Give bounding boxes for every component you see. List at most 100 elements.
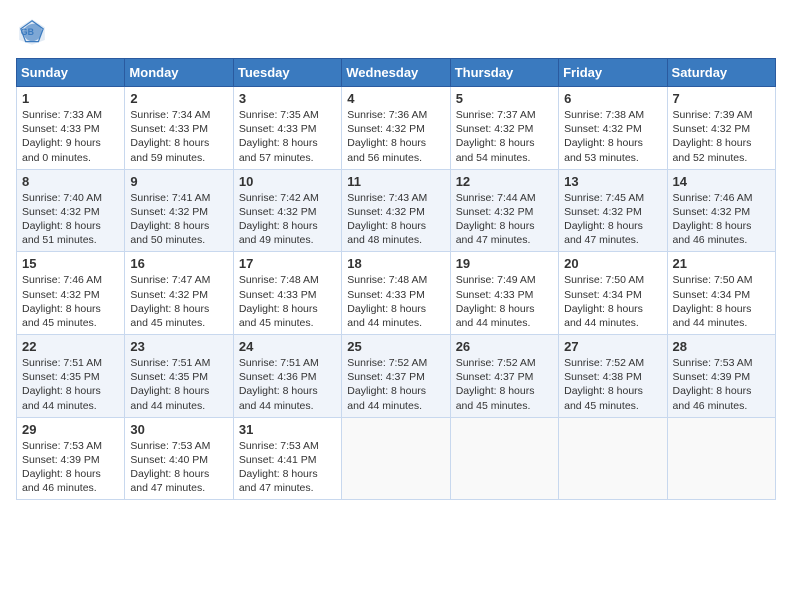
- day-number: 11: [347, 174, 444, 189]
- day-number: 10: [239, 174, 336, 189]
- cell-daylight: Daylight: 8 hours and 57 minutes.: [239, 137, 318, 163]
- svg-text:GB: GB: [21, 27, 34, 37]
- col-monday: Monday: [125, 59, 233, 87]
- cell-sunset: Sunset: 4:35 PM: [130, 371, 208, 383]
- calendar-cell: [342, 417, 450, 500]
- calendar-cell: 3 Sunrise: 7:35 AM Sunset: 4:33 PM Dayli…: [233, 87, 341, 170]
- cell-daylight: Daylight: 8 hours and 46 minutes.: [673, 220, 752, 246]
- day-number: 20: [564, 256, 661, 271]
- cell-daylight: Daylight: 8 hours and 59 minutes.: [130, 137, 209, 163]
- cell-daylight: Daylight: 8 hours and 45 minutes.: [564, 385, 643, 411]
- day-number: 18: [347, 256, 444, 271]
- cell-sunrise: Sunrise: 7:50 AM: [564, 274, 644, 286]
- day-number: 14: [673, 174, 770, 189]
- cell-sunset: Sunset: 4:32 PM: [22, 289, 100, 301]
- day-number: 29: [22, 422, 119, 437]
- calendar-cell: 19 Sunrise: 7:49 AM Sunset: 4:33 PM Dayl…: [450, 252, 558, 335]
- calendar-cell: 16 Sunrise: 7:47 AM Sunset: 4:32 PM Dayl…: [125, 252, 233, 335]
- cell-daylight: Daylight: 8 hours and 44 minutes.: [22, 385, 101, 411]
- calendar-cell: [667, 417, 775, 500]
- cell-sunset: Sunset: 4:34 PM: [673, 289, 751, 301]
- cell-daylight: Daylight: 8 hours and 50 minutes.: [130, 220, 209, 246]
- day-number: 12: [456, 174, 553, 189]
- header: GB: [16, 16, 776, 48]
- day-number: 15: [22, 256, 119, 271]
- calendar-cell: 18 Sunrise: 7:48 AM Sunset: 4:33 PM Dayl…: [342, 252, 450, 335]
- calendar-cell: 30 Sunrise: 7:53 AM Sunset: 4:40 PM Dayl…: [125, 417, 233, 500]
- cell-sunrise: Sunrise: 7:41 AM: [130, 192, 210, 204]
- day-number: 8: [22, 174, 119, 189]
- cell-sunset: Sunset: 4:33 PM: [239, 289, 317, 301]
- logo-icon: GB: [16, 16, 48, 48]
- calendar-cell: 20 Sunrise: 7:50 AM Sunset: 4:34 PM Dayl…: [559, 252, 667, 335]
- cell-sunset: Sunset: 4:37 PM: [347, 371, 425, 383]
- calendar-cell: 28 Sunrise: 7:53 AM Sunset: 4:39 PM Dayl…: [667, 335, 775, 418]
- calendar-cell: 10 Sunrise: 7:42 AM Sunset: 4:32 PM Dayl…: [233, 169, 341, 252]
- cell-sunrise: Sunrise: 7:34 AM: [130, 109, 210, 121]
- week-row-5: 29 Sunrise: 7:53 AM Sunset: 4:39 PM Dayl…: [17, 417, 776, 500]
- calendar-cell: [450, 417, 558, 500]
- day-number: 4: [347, 91, 444, 106]
- cell-sunrise: Sunrise: 7:38 AM: [564, 109, 644, 121]
- cell-daylight: Daylight: 8 hours and 45 minutes.: [239, 303, 318, 329]
- cell-sunset: Sunset: 4:37 PM: [456, 371, 534, 383]
- cell-daylight: Daylight: 8 hours and 44 minutes.: [673, 303, 752, 329]
- cell-sunrise: Sunrise: 7:52 AM: [564, 357, 644, 369]
- cell-daylight: Daylight: 8 hours and 45 minutes.: [22, 303, 101, 329]
- cell-daylight: Daylight: 8 hours and 47 minutes.: [130, 468, 209, 494]
- day-number: 5: [456, 91, 553, 106]
- cell-daylight: Daylight: 8 hours and 44 minutes.: [347, 303, 426, 329]
- cell-sunset: Sunset: 4:32 PM: [564, 206, 642, 218]
- calendar-cell: 15 Sunrise: 7:46 AM Sunset: 4:32 PM Dayl…: [17, 252, 125, 335]
- cell-sunset: Sunset: 4:32 PM: [22, 206, 100, 218]
- logo-area: GB: [16, 16, 52, 48]
- header-row: Sunday Monday Tuesday Wednesday Thursday…: [17, 59, 776, 87]
- day-number: 31: [239, 422, 336, 437]
- cell-sunrise: Sunrise: 7:51 AM: [22, 357, 102, 369]
- calendar-cell: 21 Sunrise: 7:50 AM Sunset: 4:34 PM Dayl…: [667, 252, 775, 335]
- cell-daylight: Daylight: 8 hours and 47 minutes.: [564, 220, 643, 246]
- calendar-cell: 6 Sunrise: 7:38 AM Sunset: 4:32 PM Dayli…: [559, 87, 667, 170]
- calendar-cell: [559, 417, 667, 500]
- cell-sunset: Sunset: 4:33 PM: [22, 123, 100, 135]
- cell-daylight: Daylight: 9 hours and 0 minutes.: [22, 137, 101, 163]
- calendar-cell: 23 Sunrise: 7:51 AM Sunset: 4:35 PM Dayl…: [125, 335, 233, 418]
- cell-sunrise: Sunrise: 7:44 AM: [456, 192, 536, 204]
- cell-sunrise: Sunrise: 7:33 AM: [22, 109, 102, 121]
- day-number: 23: [130, 339, 227, 354]
- cell-sunset: Sunset: 4:32 PM: [130, 289, 208, 301]
- cell-sunset: Sunset: 4:36 PM: [239, 371, 317, 383]
- calendar-cell: 8 Sunrise: 7:40 AM Sunset: 4:32 PM Dayli…: [17, 169, 125, 252]
- cell-daylight: Daylight: 8 hours and 44 minutes.: [347, 385, 426, 411]
- calendar-cell: 26 Sunrise: 7:52 AM Sunset: 4:37 PM Dayl…: [450, 335, 558, 418]
- col-friday: Friday: [559, 59, 667, 87]
- cell-sunrise: Sunrise: 7:45 AM: [564, 192, 644, 204]
- cell-daylight: Daylight: 8 hours and 44 minutes.: [130, 385, 209, 411]
- cell-daylight: Daylight: 8 hours and 45 minutes.: [130, 303, 209, 329]
- cell-sunrise: Sunrise: 7:51 AM: [239, 357, 319, 369]
- cell-sunrise: Sunrise: 7:53 AM: [22, 440, 102, 452]
- col-sunday: Sunday: [17, 59, 125, 87]
- cell-daylight: Daylight: 8 hours and 44 minutes.: [239, 385, 318, 411]
- cell-sunset: Sunset: 4:32 PM: [347, 123, 425, 135]
- calendar-cell: 1 Sunrise: 7:33 AM Sunset: 4:33 PM Dayli…: [17, 87, 125, 170]
- cell-sunrise: Sunrise: 7:48 AM: [347, 274, 427, 286]
- day-number: 1: [22, 91, 119, 106]
- cell-sunrise: Sunrise: 7:37 AM: [456, 109, 536, 121]
- calendar-cell: 4 Sunrise: 7:36 AM Sunset: 4:32 PM Dayli…: [342, 87, 450, 170]
- calendar-cell: 27 Sunrise: 7:52 AM Sunset: 4:38 PM Dayl…: [559, 335, 667, 418]
- calendar-cell: 14 Sunrise: 7:46 AM Sunset: 4:32 PM Dayl…: [667, 169, 775, 252]
- week-row-2: 8 Sunrise: 7:40 AM Sunset: 4:32 PM Dayli…: [17, 169, 776, 252]
- cell-sunrise: Sunrise: 7:52 AM: [347, 357, 427, 369]
- cell-sunrise: Sunrise: 7:39 AM: [673, 109, 753, 121]
- day-number: 24: [239, 339, 336, 354]
- day-number: 19: [456, 256, 553, 271]
- cell-sunset: Sunset: 4:35 PM: [22, 371, 100, 383]
- calendar-cell: 13 Sunrise: 7:45 AM Sunset: 4:32 PM Dayl…: [559, 169, 667, 252]
- cell-sunset: Sunset: 4:32 PM: [347, 206, 425, 218]
- cell-sunrise: Sunrise: 7:53 AM: [130, 440, 210, 452]
- cell-sunset: Sunset: 4:38 PM: [564, 371, 642, 383]
- cell-sunrise: Sunrise: 7:36 AM: [347, 109, 427, 121]
- cell-sunrise: Sunrise: 7:53 AM: [239, 440, 319, 452]
- cell-sunset: Sunset: 4:33 PM: [347, 289, 425, 301]
